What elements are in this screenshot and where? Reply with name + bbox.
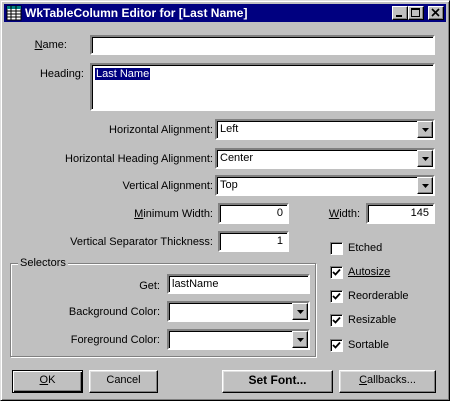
reorderable-label: Reorderable [348, 290, 409, 302]
checkbox-box[interactable] [330, 266, 343, 279]
checkbox-box[interactable] [330, 314, 343, 327]
maximize-button[interactable] [408, 6, 424, 20]
callbacks-label: C [359, 374, 368, 386]
h-heading-align-select[interactable]: Center [215, 148, 435, 169]
h-heading-align-value: Center [220, 152, 254, 164]
width-label: Width: [328, 208, 360, 220]
checkbox-box[interactable] [330, 242, 343, 255]
autosize-label: Autosize [348, 266, 391, 278]
ok-label-rest: K [48, 374, 56, 386]
h-align-select[interactable]: Left [215, 119, 435, 140]
h-heading-align-dropdown[interactable] [417, 150, 433, 167]
checkbox-box[interactable] [330, 290, 343, 303]
window-title: WkTableColumn Editor for [Last Name] [25, 6, 248, 20]
table-icon [6, 5, 22, 21]
min-width-field[interactable]: 0 [218, 203, 289, 224]
bg-color-dropdown[interactable] [292, 303, 308, 320]
checkmark-icon [332, 268, 341, 276]
checkbox-box[interactable] [330, 339, 343, 352]
chevron-down-icon [297, 310, 304, 314]
title-bar[interactable]: WkTableColumn Editor for [Last Name] [4, 4, 446, 22]
h-align-value: Left [220, 123, 239, 135]
v-align-value: Top [220, 179, 238, 191]
checkmark-icon [332, 316, 341, 324]
h-heading-align-label: Horizontal Heading Alignment: [65, 153, 213, 165]
get-field[interactable]: lastName [167, 274, 310, 294]
v-sep-label: Vertical Separator Thickness: [70, 236, 213, 248]
get-value: lastName [172, 278, 219, 290]
heading-label: Heading: [39, 68, 84, 80]
chevron-down-icon [422, 128, 429, 132]
width-value: 145 [410, 207, 429, 219]
bg-color-label: Background Color: [68, 306, 160, 318]
close-icon [431, 8, 440, 17]
callbacks-button[interactable]: Callbacks... [339, 370, 436, 393]
heading-value: Last Name [95, 68, 151, 80]
maximize-icon [411, 8, 420, 17]
h-align-dropdown[interactable] [417, 121, 433, 138]
checkmark-icon [332, 341, 341, 349]
h-align-label: Horizontal Alignment: [109, 124, 213, 136]
name-label-rest: ame: [42, 39, 67, 51]
chevron-down-icon [422, 157, 429, 161]
ok-label: O [39, 374, 49, 386]
fg-color-dropdown[interactable] [292, 331, 308, 348]
v-align-select[interactable]: Top [215, 175, 435, 196]
heading-field[interactable]: Last Name [90, 63, 435, 111]
ok-button[interactable]: OK [12, 370, 83, 393]
chevron-down-icon [422, 184, 429, 188]
selectors-group-title: Selectors [18, 256, 68, 270]
name-field[interactable] [90, 35, 435, 55]
close-button[interactable] [428, 6, 444, 20]
sortable-label: Sortable [348, 339, 389, 351]
name-label: Name: [34, 39, 67, 51]
editor-window: WkTableColumn Editor for [Last Name] Nam… [0, 0, 450, 401]
v-sep-field[interactable]: 1 [218, 231, 289, 252]
cancel-button[interactable]: Cancel [89, 370, 158, 393]
set-font-button[interactable]: Set Font... [222, 370, 333, 393]
min-width-value: 0 [276, 207, 283, 219]
fg-color-select[interactable] [167, 329, 310, 350]
v-align-dropdown[interactable] [417, 177, 433, 194]
resizable-label: Resizable [348, 314, 397, 326]
checkmark-icon [332, 292, 341, 300]
get-label: Get: [139, 280, 160, 292]
bg-color-select[interactable] [167, 301, 310, 322]
v-sep-value: 1 [276, 235, 283, 247]
minimize-button[interactable] [392, 6, 408, 20]
chevron-down-icon [297, 338, 304, 342]
width-field[interactable]: 145 [366, 203, 435, 224]
fg-color-label: Foreground Color: [70, 334, 160, 346]
minimize-icon [396, 15, 402, 17]
min-width-label: Minimum Width: [134, 208, 213, 220]
etched-label: Etched [348, 242, 383, 254]
v-align-label: Vertical Alignment: [122, 180, 214, 192]
